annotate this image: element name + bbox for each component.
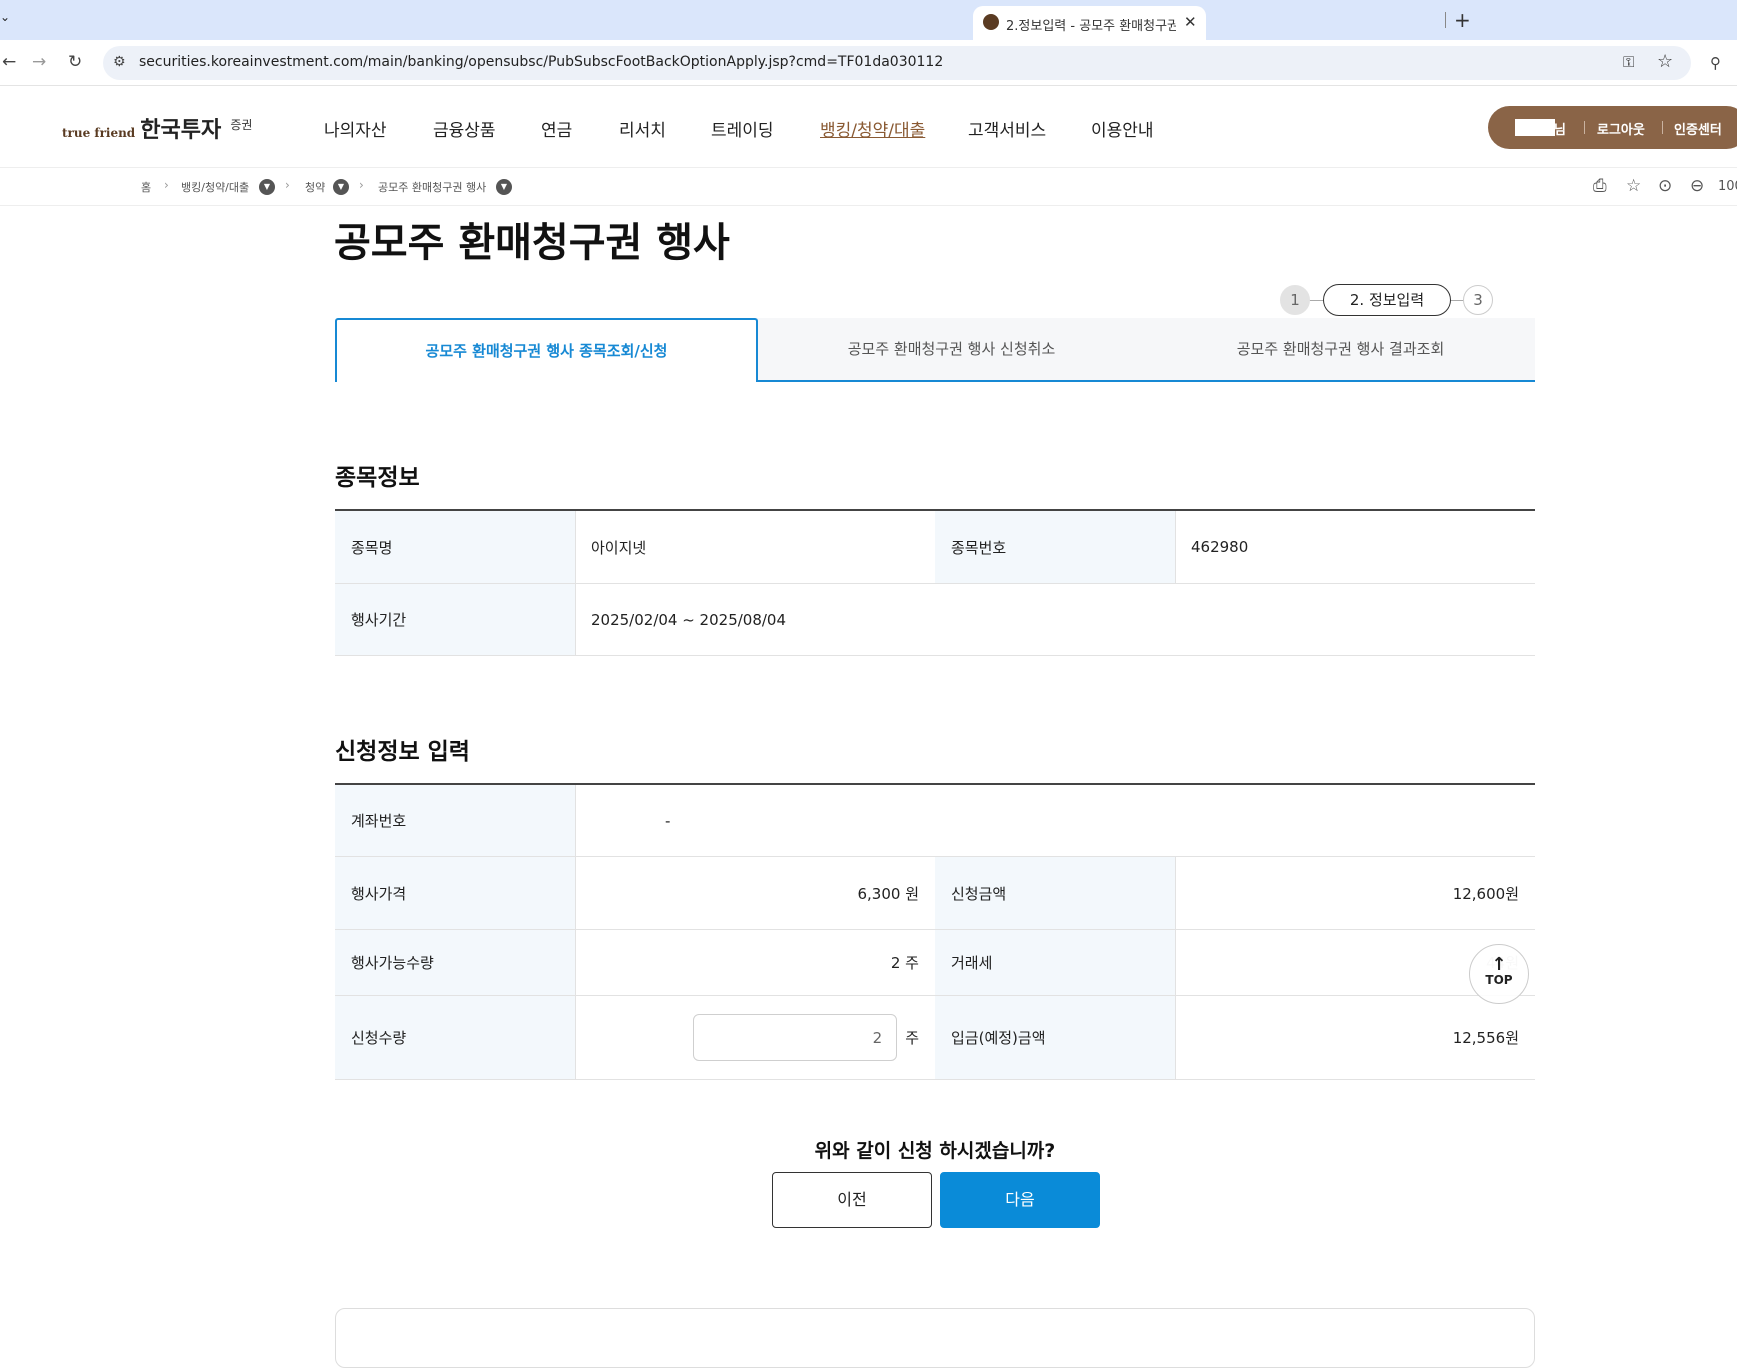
user-menu-pill: 님 로그아웃 인증센터 [1488,106,1737,149]
step-current-indicator: 2. 정보입력 [1323,284,1451,316]
deposit-amount-value: 12,556원 [1452,1029,1519,1047]
browser-tab-title: 2.정보입력 - 공모주 환매청구권 행사 [1006,19,1176,34]
breadcrumb-banking[interactable]: 뱅킹/청약/대출 [181,179,249,195]
page-title: 공모주 환매청구권 행사 [334,220,730,266]
logo-securities: 증권 [230,118,253,132]
nav-customer-service[interactable]: 고객서비스 [968,116,1046,141]
tab-result-inquiry[interactable]: 공모주 환매청구권 행사 결과조회 [1146,318,1535,382]
request-quantity-input[interactable] [693,1014,898,1061]
arrow-up-icon: ↑ [1491,954,1507,975]
account-number-label: 계좌번호 [335,785,575,856]
password-key-icon[interactable]: ⚿ [1623,53,1634,71]
exercise-period-label: 행사기간 [335,584,575,655]
stock-info-heading: 종목정보 [335,465,420,491]
tab-inquiry-apply[interactable]: 공모주 환매청구권 행사 종목조회/신청 [335,318,758,382]
reload-icon[interactable]: ↻ [68,52,82,72]
breadcrumb-dropdown-icon[interactable]: ▼ [333,179,349,195]
step-3-indicator: 3 [1463,285,1493,315]
exercise-period-value: 2025/02/04 ~ 2025/08/04 [591,610,787,629]
available-quantity-value: 2 주 [890,954,919,972]
nav-banking-subscription-loan[interactable]: 뱅킹/청약/대출 [820,116,925,141]
available-quantity-label: 행사가능수량 [335,930,575,995]
user-menu-divider [1584,121,1585,134]
scroll-top-label: TOP [1485,973,1513,987]
breadcrumb-subscription[interactable]: 청약 [305,179,325,195]
header-divider [0,167,1737,168]
zoom-level: 100 [1718,179,1737,194]
apply-amount-value: 12,600원 [1452,884,1519,903]
forward-arrow-icon[interactable]: → [32,52,46,72]
stock-code-label: 종목번호 [935,511,1175,583]
site-logo[interactable]: true friend 한국투자 증권 [62,112,252,144]
previous-button[interactable]: 이전 [772,1172,932,1228]
scroll-top-button[interactable]: ↑ TOP [1469,944,1529,1004]
site-favicon-icon [983,14,999,30]
tab-cancel-application[interactable]: 공모주 환매청구권 행사 신청취소 [757,318,1146,382]
transaction-tax-label: 거래세 [935,930,1175,995]
exercise-price-label: 행사가격 [335,857,575,929]
apply-info-heading: 신청정보 입력 [335,739,470,765]
more-options-icon[interactable]: ⊙ [1658,176,1672,196]
browser-tab-active[interactable]: 2.정보입력 - 공모주 환매청구권 행사 ✕ [973,6,1206,40]
breadcrumb-current[interactable]: 공모주 환매청구권 행사 [378,179,486,195]
stock-name-label: 종목명 [335,511,575,583]
request-quantity-label: 신청수량 [335,996,575,1079]
cert-center-link[interactable]: 인증센터 [1674,119,1722,138]
cell-divider [575,785,576,856]
extension-icon[interactable]: ⚲ [1710,54,1721,72]
tab-search-chevron-icon[interactable]: ⌄ [0,10,10,24]
notice-box [335,1308,1535,1368]
exercise-price-value: 6,300 원 [857,884,919,903]
table-row: 행사가능수량 2 주 거래세 44원 [335,930,1535,996]
user-suffix: 님 [1554,123,1566,138]
new-tab-button[interactable]: + [1454,8,1471,32]
site-info-icon[interactable]: ⚙ [113,54,126,70]
nav-guide[interactable]: 이용안내 [1091,116,1154,141]
tab-separator [1445,12,1446,28]
breadcrumb-chevron-icon: › [285,178,290,192]
nav-trading[interactable]: 트레이딩 [711,116,774,141]
url-text[interactable]: securities.koreainvestment.com/main/bank… [139,54,943,70]
table-row: 행사기간 2025/02/04 ~ 2025/08/04 [335,584,1535,656]
stock-code-value: 462980 [1191,538,1249,556]
table-row: 행사가격 6,300 원 신청금액 12,600원 [335,857,1535,930]
breadcrumb-home[interactable]: 홈 [141,179,151,195]
close-tab-icon[interactable]: ✕ [1184,13,1197,31]
print-icon[interactable]: ⎙ [1593,176,1607,196]
logo-korea-investment: 한국투자 [140,118,222,143]
account-number-value[interactable]: - [665,785,765,856]
breadcrumb-chevron-icon: › [359,178,364,192]
bookmark-star-icon[interactable]: ☆ [1657,51,1673,72]
nav-my-assets[interactable]: 나의자산 [324,116,387,141]
step-connector [1450,300,1464,301]
logo-true-friend: true friend [62,126,136,140]
table-row: 신청수량 주 입금(예정)금액 12,556원 [335,996,1535,1080]
masked-username [1515,119,1555,136]
step-1-indicator: 1 [1280,285,1310,315]
browser-tab-bar: ⌄ 2.정보입력 - 공모주 환매청구권 행사 ✕ + [0,0,1737,40]
next-button[interactable]: 다음 [940,1172,1100,1228]
table-row: 계좌번호 - [335,785,1535,857]
breadcrumb-chevron-icon: › [164,178,169,192]
logout-link[interactable]: 로그아웃 [1597,119,1645,138]
nav-financial-products[interactable]: 금융상품 [433,116,496,141]
stock-name-value: 아이지넷 [591,538,647,557]
zoom-out-icon[interactable]: ⊖ [1690,176,1704,196]
breadcrumb-dropdown-icon[interactable]: ▼ [496,179,512,195]
breadcrumb-divider [0,205,1737,206]
breadcrumb-dropdown-icon[interactable]: ▼ [259,179,275,195]
table-row: 종목명 아이지넷 종목번호 462980 [335,511,1535,584]
request-quantity-unit: 주 [905,1029,919,1047]
nav-pension[interactable]: 연금 [541,116,572,141]
user-menu-divider [1662,121,1663,134]
apply-amount-label: 신청금액 [935,857,1175,929]
address-bar[interactable]: ⚙ securities.koreainvestment.com/main/ba… [103,46,1691,80]
deposit-amount-label: 입금(예정)금액 [935,996,1175,1079]
request-quantity-cell: 주 [575,996,935,1079]
back-arrow-icon[interactable]: ← [2,52,16,72]
nav-research[interactable]: 리서치 [619,116,666,141]
confirm-question: 위와 같이 신청 하시겠습니까? [814,1140,1056,1162]
favorite-star-icon[interactable]: ☆ [1626,176,1641,196]
